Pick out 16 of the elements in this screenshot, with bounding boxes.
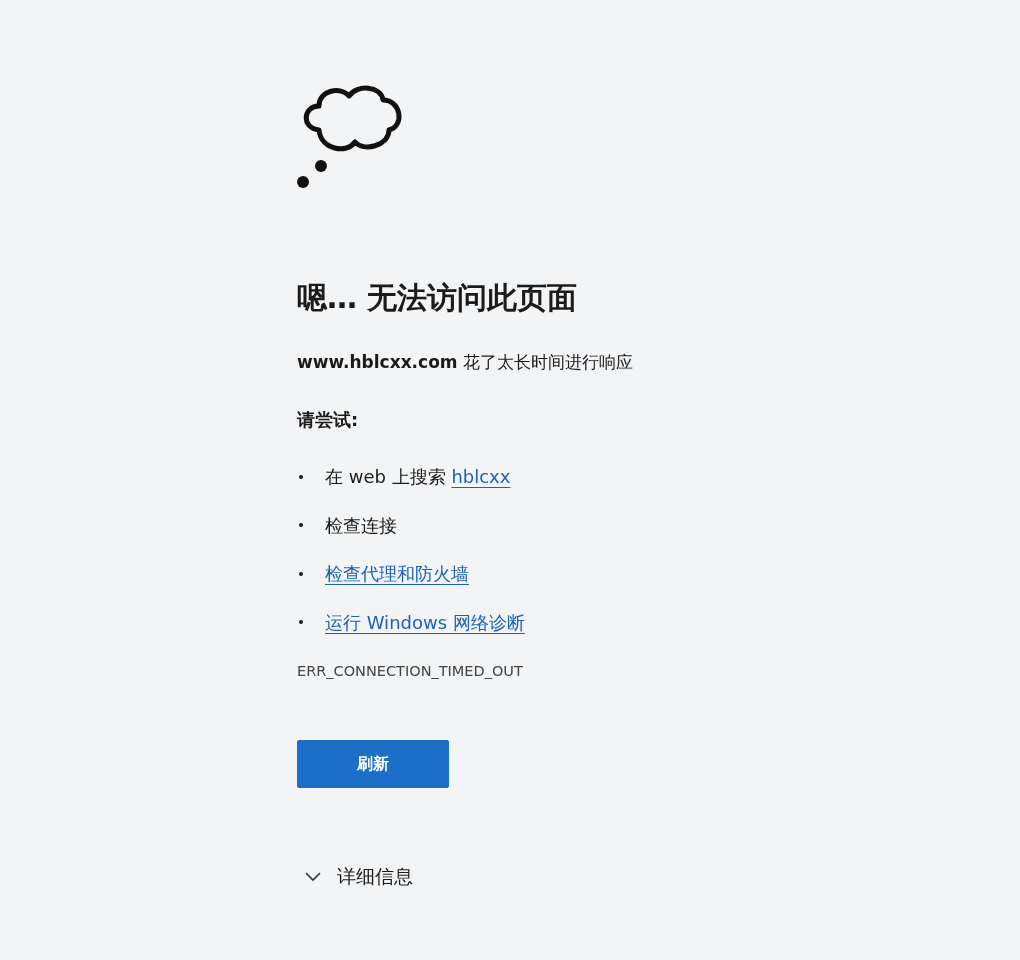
search-link[interactable]: hblcxx [451,466,511,488]
error-code: ERR_CONNECTION_TIMED_OUT [297,661,524,681]
page-heading: 嗯… 无法访问此页面 [297,280,579,316]
suggestion-text: 检查连接 [325,513,397,538]
bullet-icon [299,474,303,479]
error-message: www.hblcxx.com 花了太长时间进行响应 [297,351,634,374]
refresh-button[interactable]: 刷新 [297,740,449,789]
bullet-icon [299,620,303,625]
bullet-icon [299,571,303,576]
details-toggle[interactable]: 详细信息 [305,862,760,891]
suggestion-link[interactable]: 检查代理和防火墙 [325,560,469,588]
suggestion-link[interactable]: 运行 Windows 网络诊断 [325,608,525,636]
suggestion-text: 在 web 上搜索 hblcxx [325,465,511,490]
chevron-icon [305,871,321,882]
bullet-icon [299,523,303,528]
suggestions-label: 请尝试: [297,407,360,432]
